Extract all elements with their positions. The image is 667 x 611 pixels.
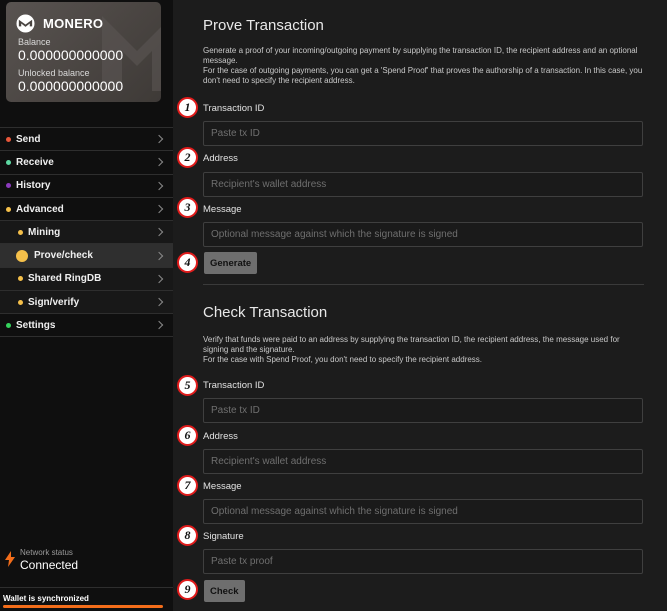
check-signature-input[interactable] bbox=[203, 549, 643, 574]
sync-progress-bar bbox=[3, 605, 163, 608]
sidebar-item-send[interactable]: Send bbox=[0, 127, 173, 150]
prove-address-label: Address bbox=[203, 153, 238, 164]
check-button[interactable]: Check bbox=[204, 580, 245, 602]
annotation-badge-3: 3 bbox=[177, 197, 198, 218]
annotation-badge-9: 9 bbox=[177, 579, 198, 600]
lightning-bolt-icon bbox=[5, 551, 15, 567]
main-panel: Prove Transaction Generate a proof of yo… bbox=[173, 0, 667, 611]
sidebar-item-settings[interactable]: Settings bbox=[0, 313, 173, 337]
check-message-label: Message bbox=[203, 481, 242, 492]
sidebar-item-label: Advanced bbox=[16, 203, 64, 215]
sidebar-item-advanced[interactable]: Advanced bbox=[0, 196, 173, 220]
advanced-dot-icon bbox=[6, 206, 11, 212]
prove-transaction-title: Prove Transaction bbox=[203, 17, 324, 34]
sidebar-item-label: Mining bbox=[28, 226, 61, 238]
sidebar-item-label: Settings bbox=[16, 319, 56, 331]
prove-txid-label: Transaction ID bbox=[203, 103, 265, 114]
sidebar-item-label: Sign/verify bbox=[28, 296, 80, 308]
check-address-input[interactable] bbox=[203, 449, 643, 474]
sidebar-item-prove-check[interactable]: Prove/check bbox=[0, 243, 173, 267]
sidebar: MONERO Balance 0.000000000000 Unlocked b… bbox=[0, 0, 173, 611]
sync-status-label: Wallet is synchronized bbox=[3, 594, 89, 603]
balance-value: 0.000000000000 bbox=[18, 47, 124, 63]
chevron-right-icon bbox=[154, 320, 164, 330]
network-status-value: Connected bbox=[20, 558, 79, 572]
sign-verify-dot-icon bbox=[18, 299, 23, 305]
sidebar-item-mining[interactable]: Mining bbox=[0, 220, 173, 244]
sidebar-item-label: Receive bbox=[16, 156, 54, 168]
network-status-label: Network status bbox=[20, 548, 73, 557]
check-txid-label: Transaction ID bbox=[203, 380, 265, 391]
check-description-line1: Verify that funds were paid to an addres… bbox=[203, 335, 620, 354]
prove-description-line2: For the case of outgoing payments, you c… bbox=[203, 66, 643, 85]
monero-logo-icon bbox=[16, 14, 35, 33]
sidebar-item-shared-ringdb[interactable]: Shared RingDB bbox=[0, 266, 173, 291]
check-description-line2: For the case with Spend Proof, you don't… bbox=[203, 355, 483, 364]
chevron-right-icon bbox=[154, 181, 164, 190]
check-address-label: Address bbox=[203, 431, 238, 442]
unlocked-balance-value: 0.000000000000 bbox=[18, 78, 124, 94]
annotation-badge-7: 7 bbox=[177, 475, 198, 496]
sidebar-item-receive[interactable]: Receive bbox=[0, 150, 173, 173]
check-signature-label: Signature bbox=[203, 531, 244, 542]
settings-dot-icon bbox=[6, 322, 11, 328]
prove-message-label: Message bbox=[203, 204, 242, 215]
check-transaction-title: Check Transaction bbox=[203, 304, 328, 321]
balance-label: Balance bbox=[18, 37, 51, 47]
generate-button[interactable]: Generate bbox=[204, 252, 258, 274]
annotation-badge-8: 8 bbox=[177, 525, 198, 546]
sync-status: Wallet is synchronized bbox=[0, 587, 173, 611]
chevron-right-icon bbox=[154, 228, 164, 237]
annotation-badge-4: 4 bbox=[177, 252, 198, 273]
prove-txid-input[interactable] bbox=[203, 121, 643, 146]
balance-card: MONERO Balance 0.000000000000 Unlocked b… bbox=[6, 2, 161, 102]
annotation-badge-1: 1 bbox=[177, 97, 198, 118]
sidebar-item-label: Shared RingDB bbox=[28, 273, 102, 285]
brand-name: MONERO bbox=[43, 16, 104, 31]
annotation-badge-2: 2 bbox=[177, 147, 198, 168]
annotation-badge-5: 5 bbox=[177, 375, 198, 396]
section-divider bbox=[203, 284, 644, 285]
history-dot-icon bbox=[6, 183, 11, 189]
chevron-right-icon bbox=[154, 274, 164, 284]
check-txid-input[interactable] bbox=[203, 398, 643, 423]
send-dot-icon bbox=[6, 136, 11, 142]
sidebar-item-history[interactable]: History bbox=[0, 173, 173, 197]
prove-check-dot-icon bbox=[16, 249, 28, 262]
sidebar-item-sign-verify[interactable]: Sign/verify bbox=[0, 290, 173, 314]
chevron-right-icon bbox=[154, 297, 164, 307]
annotation-badge-6: 6 bbox=[177, 425, 198, 446]
sidebar-item-label: History bbox=[16, 180, 51, 192]
check-message-input[interactable] bbox=[203, 499, 643, 524]
chevron-right-icon bbox=[154, 251, 164, 260]
sidebar-menu: Send Receive History Advanced Mining Pro… bbox=[0, 127, 173, 337]
chevron-right-icon bbox=[154, 204, 164, 214]
prove-description-line1: Generate a proof of your incoming/outgoi… bbox=[203, 46, 638, 65]
prove-message-input[interactable] bbox=[203, 222, 643, 247]
check-description: Verify that funds were paid to an addres… bbox=[203, 335, 643, 365]
chevron-right-icon bbox=[154, 158, 164, 167]
sidebar-item-label: Send bbox=[16, 133, 41, 145]
mining-dot-icon bbox=[18, 229, 23, 235]
prove-description: Generate a proof of your incoming/outgoi… bbox=[203, 46, 643, 86]
sidebar-item-label: Prove/check bbox=[34, 250, 93, 262]
chevron-right-icon bbox=[154, 134, 164, 144]
receive-dot-icon bbox=[6, 159, 11, 165]
prove-address-input[interactable] bbox=[203, 172, 643, 197]
shared-ringdb-dot-icon bbox=[18, 276, 23, 282]
unlocked-balance-label: Unlocked balance bbox=[18, 68, 90, 78]
